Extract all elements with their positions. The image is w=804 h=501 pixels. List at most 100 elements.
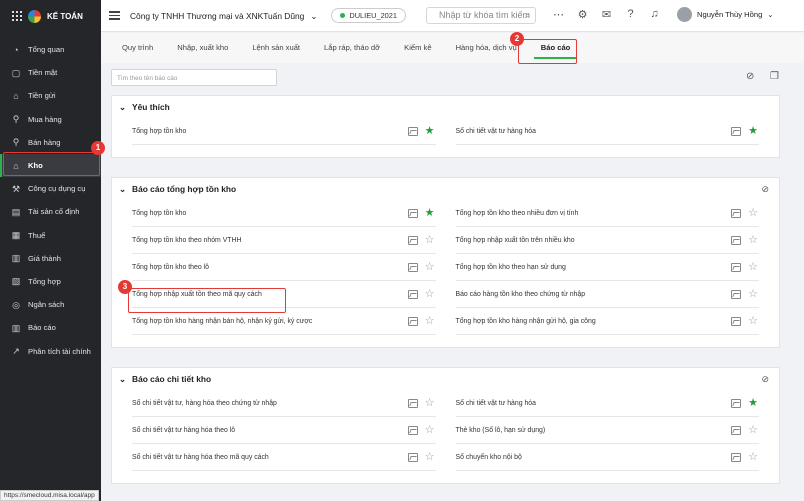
favorite-star-icon[interactable]: ☆ [424,424,436,436]
report-link[interactable]: Tổng hợp tồn kho hàng nhận gửi hộ, gia c… [456,318,732,325]
favorite-star-icon[interactable]: ☆ [747,315,759,327]
report-link[interactable]: Sổ chi tiết vật tư hàng hóa theo lô [132,427,408,434]
favorite-star-icon[interactable]: ★ [424,125,436,137]
section-header[interactable]: ⌄ Yêu thích [112,96,779,118]
report-link[interactable]: Sổ chi tiết vật tư hàng hóa [456,400,732,407]
sidebar-item[interactable]: ▥ Giá thành [0,247,101,270]
favorite-star-icon[interactable]: ☆ [747,261,759,273]
sidebar-item[interactable]: ▤ Tài sản cố định [0,200,101,223]
report-preview-icon[interactable] [731,452,741,462]
report-row[interactable]: Sổ chi tiết vật tư hàng hóa ★ [455,390,759,417]
favorite-star-icon[interactable]: ☆ [424,261,436,273]
favorite-star-icon[interactable]: ☆ [747,234,759,246]
report-preview-icon[interactable] [407,316,418,326]
favorite-star-icon[interactable]: ☆ [424,315,436,327]
favorite-star-icon[interactable]: ★ [424,207,436,219]
report-link[interactable]: Tổng hợp tồn kho theo hạn sử dụng [456,264,732,271]
report-row[interactable]: Tổng hợp tồn kho hàng nhận gửi hộ, gia c… [455,308,759,335]
report-link[interactable]: Tổng hợp tồn kho theo lô [132,264,408,271]
favorite-star-icon[interactable]: ☆ [747,207,759,219]
favorite-star-icon[interactable]: ☆ [424,234,436,246]
tab[interactable]: Kiểm kê [404,33,431,63]
report-link[interactable]: Sổ chuyển kho nội bộ [456,454,732,461]
report-row[interactable]: Sổ chi tiết vật tư hàng hóa theo lô ☆ [132,417,436,444]
report-preview-icon[interactable] [407,262,418,272]
report-link[interactable]: Tổng hợp tồn kho [132,128,408,135]
report-preview-icon[interactable] [731,398,741,408]
more-icon[interactable]: ⋯ [551,8,566,21]
favorite-star-icon[interactable]: ☆ [747,424,759,436]
report-preview-icon[interactable] [731,425,741,435]
tab[interactable]: Lệnh sản xuất [252,33,300,63]
report-link[interactable]: Tổng hợp tồn kho theo nhóm VTHH [132,237,408,244]
report-link[interactable]: Thẻ kho (Sổ lô, hạn sử dụng) [456,427,732,434]
report-row[interactable]: Báo cáo hàng tồn kho theo chứng từ nhập ☆ [455,281,759,308]
sidebar-item[interactable]: ⚲ Bán hàng [0,131,101,154]
database-selector[interactable]: DULIEU_2021 [331,8,407,23]
report-row[interactable]: Thẻ kho (Sổ lô, hạn sử dụng) ☆ [455,417,759,444]
tab[interactable]: Quy trình [122,33,153,63]
apps-grid-icon[interactable] [12,11,22,21]
report-preview-icon[interactable] [731,262,741,272]
sidebar-item[interactable]: ▧ Tổng hợp [0,270,101,293]
report-preview-icon[interactable] [731,235,741,245]
report-link[interactable]: Sổ chi tiết vật tư, hàng hóa theo chứng … [132,400,408,407]
chat-icon[interactable]: ✉ [599,8,614,21]
section-header[interactable]: ⌄ Báo cáo tổng hợp tồn kho ⊘ [112,178,779,200]
report-preview-icon[interactable] [731,289,741,299]
report-preview-icon[interactable] [407,452,418,462]
company-selector[interactable]: Công ty TNHH Thương mại và XNKTuấn Dũng ⌄ [130,11,317,21]
report-filter-input[interactable]: Tìm theo tên báo cáo [111,69,277,86]
tab[interactable]: Hàng hóa, dịch vụ [456,33,517,63]
report-row[interactable]: Sổ chi tiết vật tư hàng hóa theo mã quy … [132,444,436,471]
report-link[interactable]: Báo cáo hàng tồn kho theo chứng từ nhập [456,291,732,298]
report-row[interactable]: Tổng hợp tồn kho theo nhiều đơn vị tính ☆ [455,200,759,227]
user-menu[interactable]: Nguyễn Thùy Hồng ⌄ [677,7,774,22]
sidebar-item[interactable]: ↗ Phân tích tài chính [0,339,101,362]
report-preview-icon[interactable] [731,316,741,326]
sidebar-item[interactable]: ▢ Tiền mặt [0,61,101,84]
sidebar-item[interactable]: ⌂ Tiền gửi [0,84,101,107]
section-header[interactable]: ⌄ Báo cáo chi tiết kho ⊘ [112,368,779,390]
report-row[interactable]: Tổng hợp tồn kho ★ [132,200,436,227]
favorite-star-icon[interactable]: ★ [747,397,759,409]
favorite-star-icon[interactable]: ★ [747,125,759,137]
help-icon[interactable]: ? [623,8,638,21]
tab[interactable]: Nhập, xuất kho [177,33,228,63]
report-link[interactable]: Sổ chi tiết vật tư hàng hóa theo mã quy … [132,454,408,461]
global-search-input[interactable]: Nhập từ khóa tìm kiếm ⌕ [426,7,536,24]
sidebar-item[interactable]: ▥ Báo cáo [0,316,101,339]
favorite-star-icon[interactable]: ☆ [424,397,436,409]
copy-icon[interactable]: ❐ [770,71,779,82]
hide-section-icon[interactable]: ⊘ [761,374,769,385]
favorite-star-icon[interactable]: ☆ [424,451,436,463]
hide-section-icon[interactable]: ⊘ [761,184,769,195]
report-row[interactable]: Sổ chuyển kho nội bộ ☆ [455,444,759,471]
favorite-star-icon[interactable]: ☆ [424,288,436,300]
report-row[interactable]: Sổ chi tiết vật tư hàng hóa ★ [455,118,759,145]
report-row[interactable]: Tổng hợp nhập xuất tồn trên nhiều kho ☆ [455,227,759,254]
report-preview-icon[interactable] [407,425,418,435]
report-row[interactable]: Tổng hợp tồn kho theo lô ☆ [132,254,436,281]
sidebar-item[interactable]: ⚲ Mua hàng [0,108,101,131]
chevron-down-icon[interactable]: ⌄ [119,184,126,194]
report-row[interactable]: Tổng hợp tồn kho theo nhóm VTHH ☆ [132,227,436,254]
report-preview-icon[interactable] [407,398,418,408]
report-preview-icon[interactable] [407,289,418,299]
report-preview-icon[interactable] [731,208,741,218]
favorite-star-icon[interactable]: ☆ [747,451,759,463]
sidebar-item[interactable]: ◎ Ngân sách [0,293,101,316]
gear-icon[interactable]: ⚙ [575,8,590,21]
sidebar-item[interactable]: ◔ Tổng quan [0,38,101,61]
report-preview-icon[interactable] [731,126,741,136]
report-link[interactable]: Tổng hợp tồn kho [132,210,408,217]
sidebar-item[interactable]: ⚒ Công cụ dụng cụ [0,177,101,200]
report-link[interactable]: Sổ chi tiết vật tư hàng hóa [456,128,732,135]
hamburger-menu-icon[interactable] [109,11,120,20]
favorite-star-icon[interactable]: ☆ [747,288,759,300]
sidebar-item[interactable]: ▦ Thuế [0,224,101,247]
report-row[interactable]: Tổng hợp tồn kho theo hạn sử dụng ☆ [455,254,759,281]
report-preview-icon[interactable] [407,208,418,218]
bell-icon[interactable]: ♫ [647,8,662,21]
report-link[interactable]: Tổng hợp tồn kho theo nhiều đơn vị tính [456,210,732,217]
